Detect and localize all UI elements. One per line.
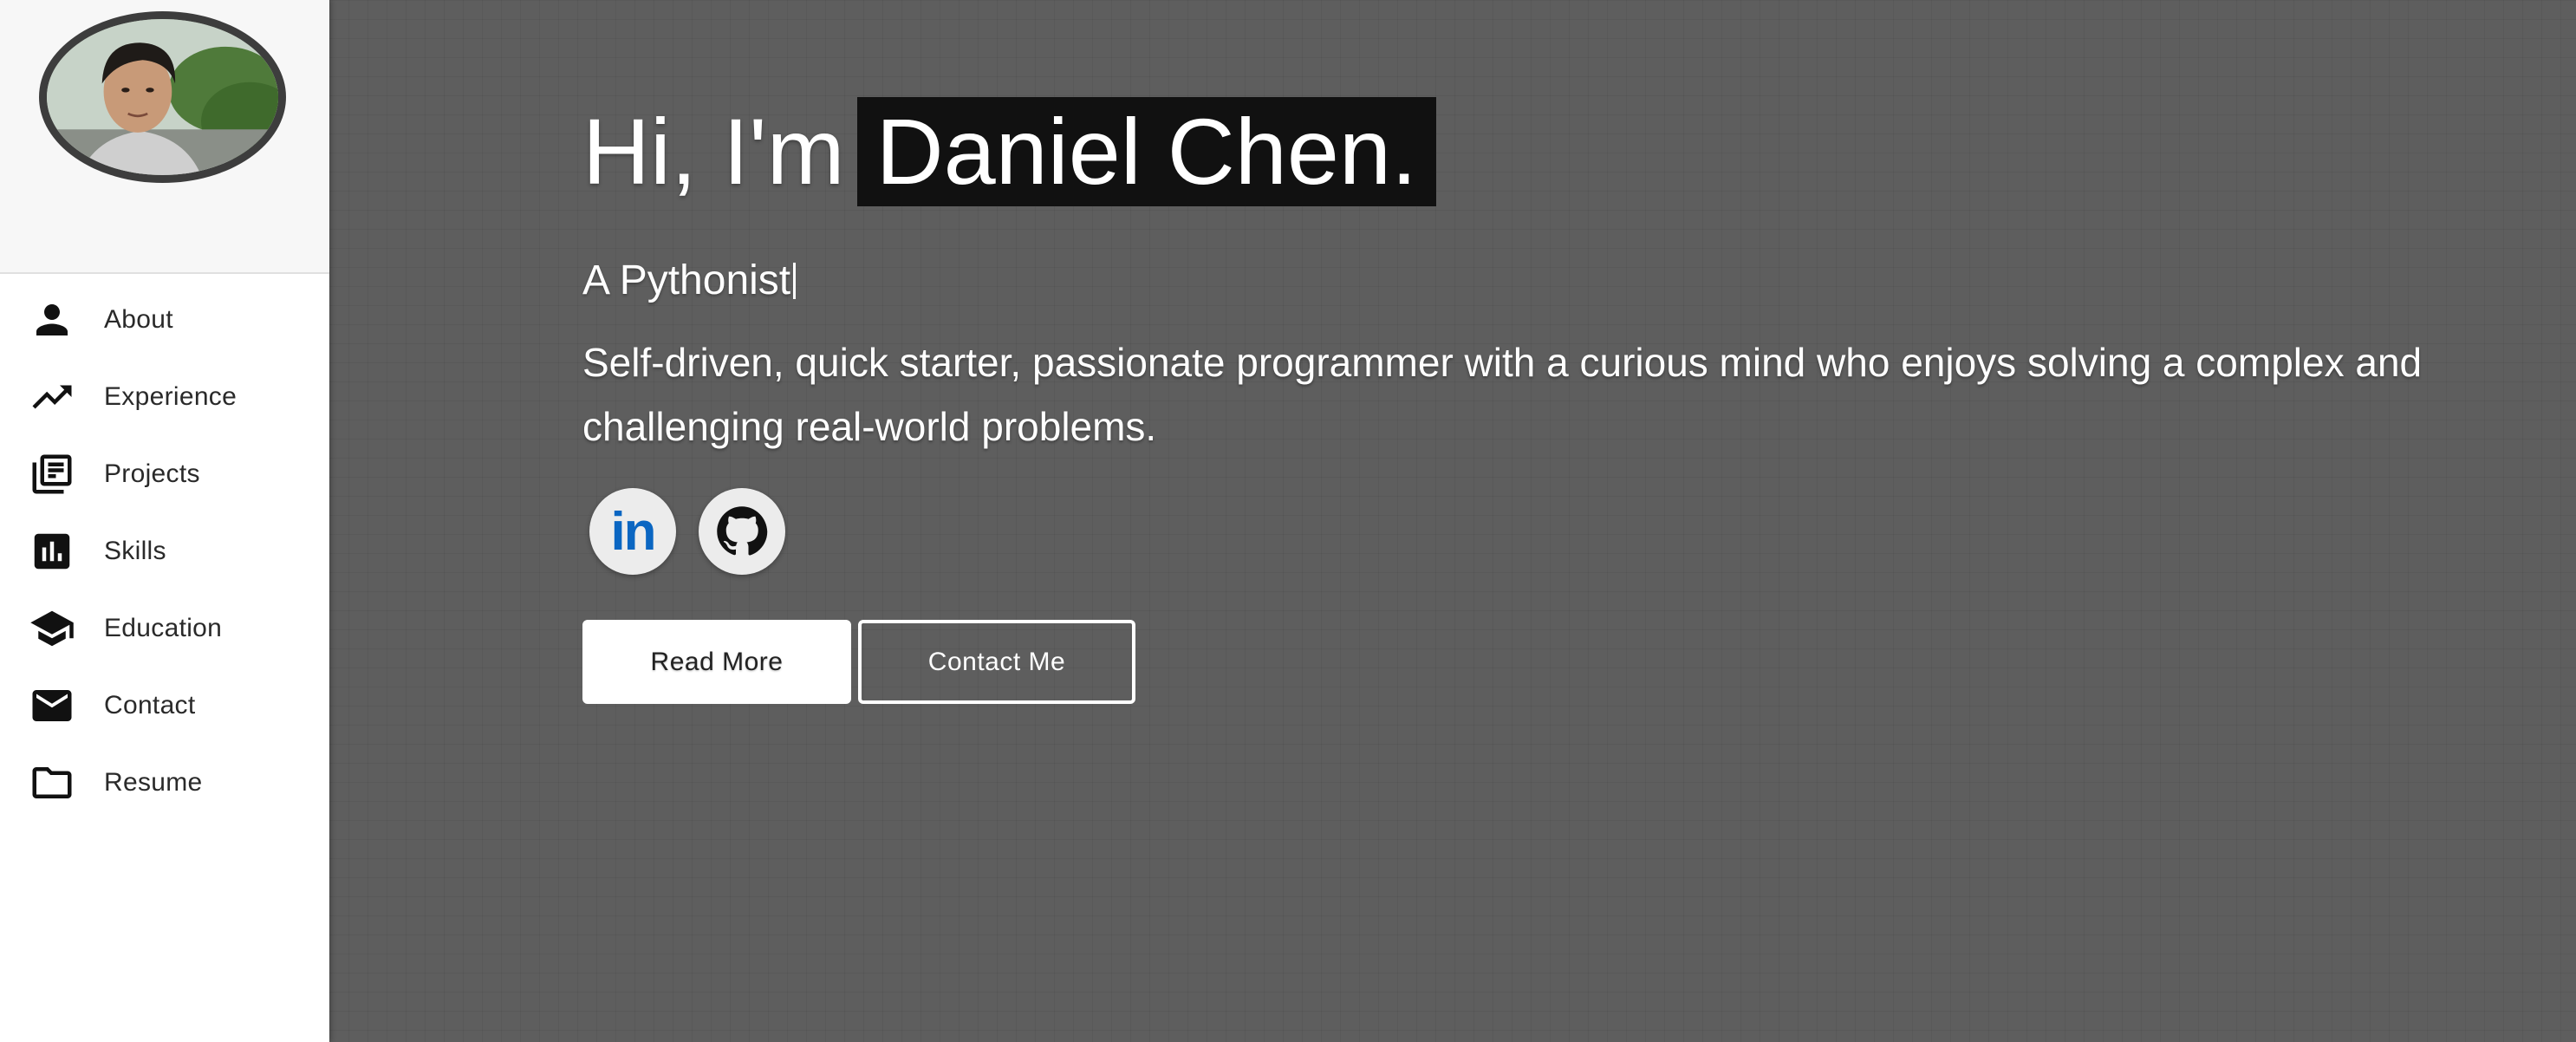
sidebar-item-label: Education — [104, 613, 223, 642]
sidebar-item-label: Contact — [104, 690, 196, 720]
hero-section: Hi, I'm Daniel Chen. A Pythonist Self-dri… — [329, 0, 2576, 1042]
social-links: in — [582, 488, 2533, 575]
linkedin-button[interactable]: in — [589, 488, 676, 575]
sidebar-item-label: Skills — [104, 536, 166, 565]
typed-tagline: A Pythonist — [582, 257, 2533, 304]
sidebar-nav: About Experience Projects Skills Educati… — [0, 274, 329, 821]
hero-content: Hi, I'm Daniel Chen. A Pythonist Self-dri… — [582, 97, 2533, 704]
sidebar-header — [0, 0, 329, 274]
folder-icon — [28, 759, 76, 807]
greeting-text: Hi, I'm — [582, 99, 845, 204]
sidebar-item-contact[interactable]: Contact — [0, 667, 329, 744]
sidebar-item-skills[interactable]: Skills — [0, 512, 329, 589]
person-icon — [28, 296, 76, 344]
mail-icon — [28, 681, 76, 730]
sidebar-item-education[interactable]: Education — [0, 589, 329, 667]
summary-text: Self-driven, quick starter, passionate p… — [582, 340, 2423, 449]
school-icon — [28, 604, 76, 653]
github-button[interactable] — [699, 488, 785, 575]
typing-cursor — [793, 263, 797, 299]
tagline-text: A Pythonist — [582, 257, 791, 303]
library-books-icon — [28, 450, 76, 498]
sidebar-item-about[interactable]: About — [0, 281, 329, 358]
page-title: Hi, I'm Daniel Chen. — [582, 97, 2533, 206]
sidebar-item-label: Projects — [104, 459, 200, 488]
github-icon — [717, 506, 768, 556]
name-highlight: Daniel Chen. — [856, 97, 1436, 206]
sidebar-item-label: Resume — [104, 767, 203, 797]
sidebar-item-projects[interactable]: Projects — [0, 435, 329, 512]
cta-buttons: Read More Contact Me — [582, 620, 2533, 704]
sidebar-item-resume[interactable]: Resume — [0, 744, 329, 821]
sidebar: About Experience Projects Skills Educati… — [0, 0, 329, 1042]
sidebar-item-experience[interactable]: Experience — [0, 358, 329, 435]
trending-up-icon — [28, 373, 76, 421]
read-more-button[interactable]: Read More — [582, 620, 851, 704]
sidebar-item-label: About — [104, 304, 173, 334]
avatar-photo — [47, 19, 278, 175]
sidebar-item-label: Experience — [104, 381, 237, 411]
linkedin-icon: in — [610, 501, 656, 562]
bar-chart-icon — [28, 527, 76, 576]
avatar — [39, 11, 286, 183]
contact-me-button[interactable]: Contact Me — [858, 620, 1135, 704]
